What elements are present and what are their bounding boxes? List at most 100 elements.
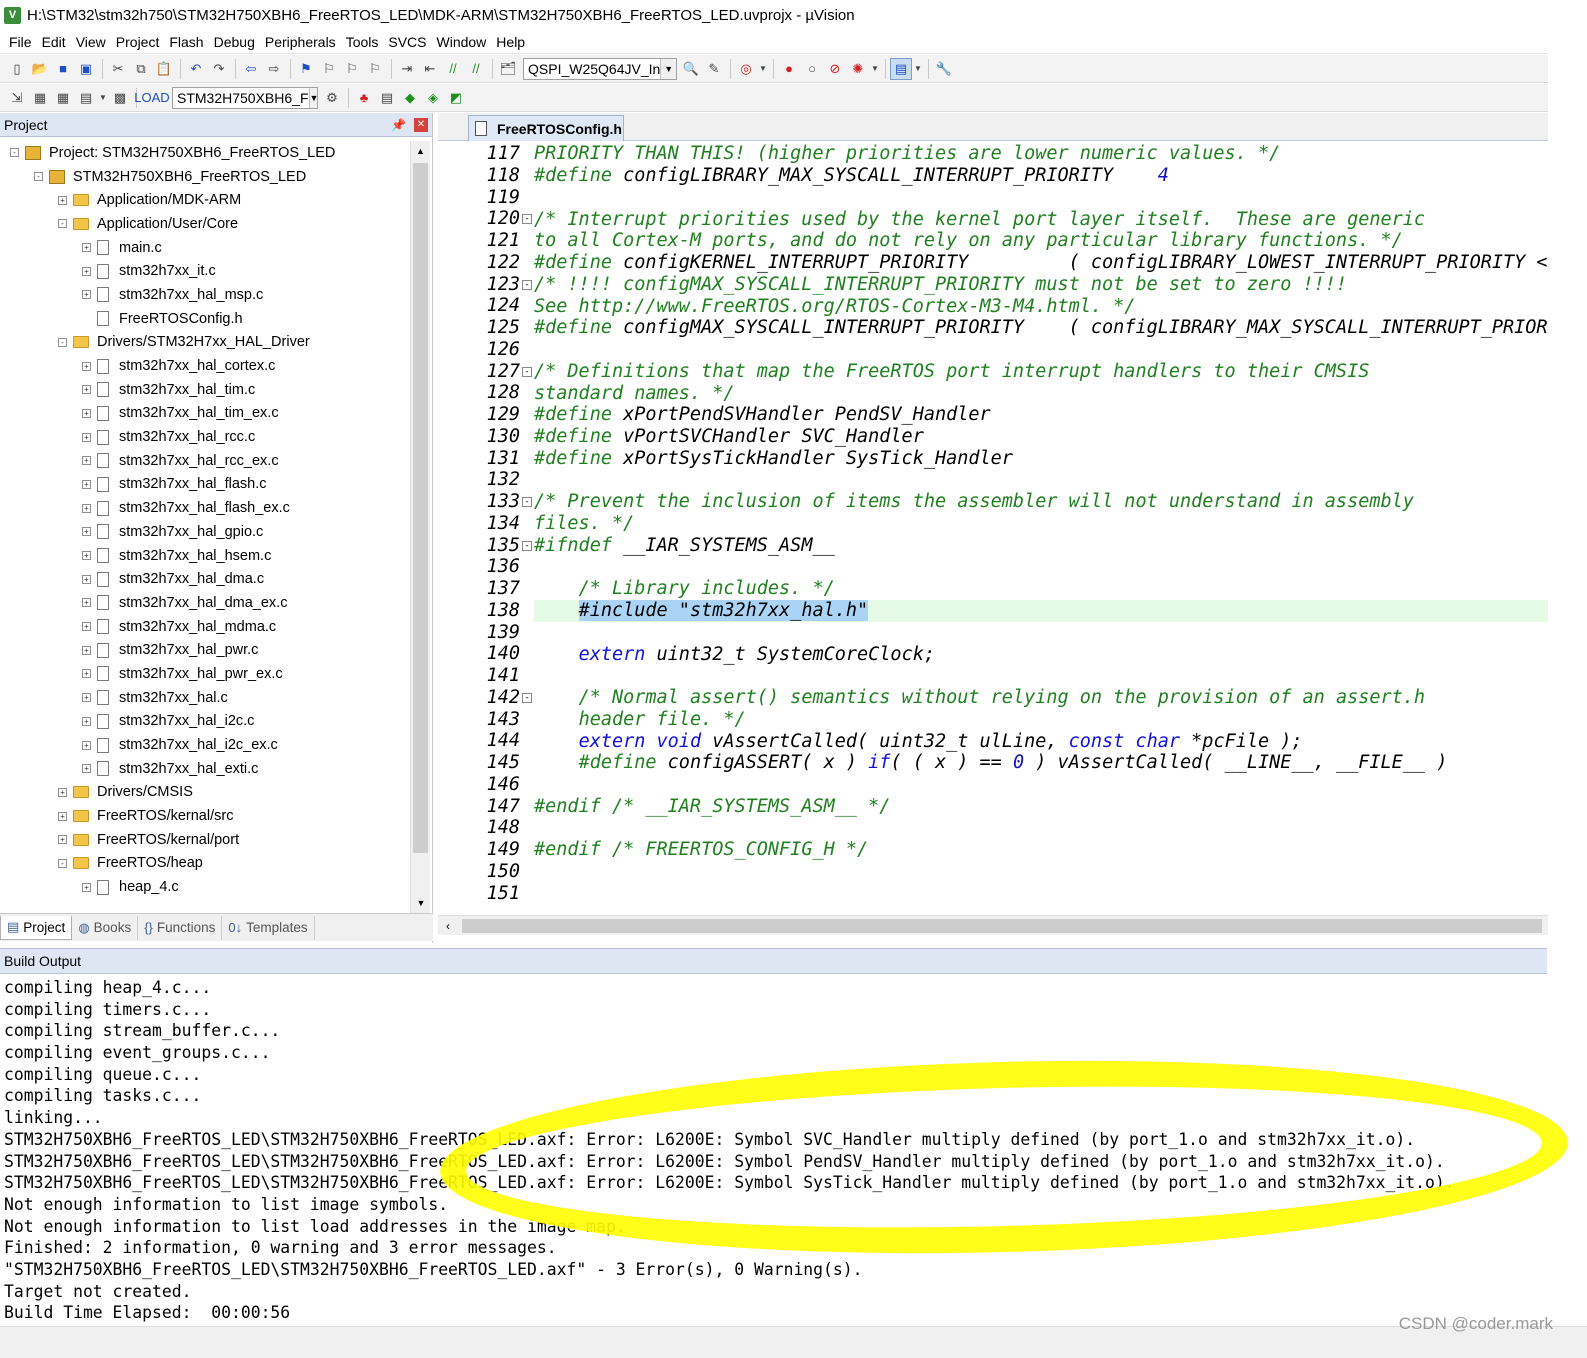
- collapse-icon[interactable]: -: [10, 148, 19, 158]
- build-icon[interactable]: ▦: [29, 87, 51, 109]
- find-combo[interactable]: QSPI_W25Q64JV_In ▼: [523, 57, 677, 80]
- tab-templates[interactable]: 0↓ Templates: [222, 915, 315, 940]
- copy-icon[interactable]: ⧉: [130, 58, 152, 80]
- code-line[interactable]: [534, 187, 1548, 209]
- expand-icon[interactable]: +: [82, 574, 91, 584]
- code-line[interactable]: [534, 883, 1548, 905]
- code-line[interactable]: [534, 817, 1548, 839]
- save-all-icon[interactable]: ▣: [75, 58, 97, 80]
- tree-file[interactable]: + stm32h7xx_it.c: [0, 259, 410, 283]
- configure-wrench-icon[interactable]: 🔧: [933, 58, 955, 80]
- chevron-down-icon[interactable]: ▼: [660, 58, 676, 79]
- tree-folder[interactable]: + Drivers/CMSIS: [0, 781, 410, 805]
- chevron-down-icon[interactable]: ▼: [308, 87, 317, 108]
- code-line[interactable]: /* Library includes. */: [534, 578, 1548, 600]
- debug-session-icon[interactable]: ◎: [735, 58, 757, 80]
- expand-icon[interactable]: +: [82, 598, 91, 608]
- menu-view[interactable]: View: [71, 34, 111, 50]
- code-line[interactable]: #endif /* __IAR_SYSTEMS_ASM__ */: [534, 796, 1548, 818]
- code-line[interactable]: [534, 469, 1548, 491]
- tree-file[interactable]: + stm32h7xx_hal_hsem.c: [0, 544, 410, 568]
- expand-icon[interactable]: +: [82, 361, 91, 371]
- code-line[interactable]: #endif /* FREERTOS_CONFIG_H */: [534, 839, 1548, 861]
- expand-icon[interactable]: +: [58, 195, 67, 205]
- fold-toggle-icon[interactable]: -: [522, 540, 532, 551]
- tree-file[interactable]: + stm32h7xx_hal_exti.c: [0, 757, 410, 781]
- expand-icon[interactable]: +: [82, 716, 91, 726]
- batch-build-icon[interactable]: ▤: [75, 87, 97, 109]
- scrollbar-thumb[interactable]: [413, 163, 428, 853]
- tree-file[interactable]: + heap_4.c: [0, 875, 410, 899]
- code-line[interactable]: #define configLIBRARY_MAX_SYSCALL_INTERR…: [534, 165, 1548, 187]
- menu-help[interactable]: Help: [491, 34, 530, 50]
- code-line[interactable]: [534, 622, 1548, 644]
- code-line[interactable]: #define configMAX_SYSCALL_INTERRUPT_PRIO…: [534, 317, 1548, 339]
- expand-icon[interactable]: +: [82, 527, 91, 537]
- pack-installer-icon[interactable]: ◈: [422, 87, 444, 109]
- expand-icon[interactable]: +: [82, 740, 91, 750]
- editor-horizontal-scrollbar[interactable]: ‹: [438, 915, 1548, 935]
- tree-file[interactable]: + stm32h7xx_hal_gpio.c: [0, 520, 410, 544]
- code-line[interactable]: /* Prevent the inclusion of items the as…: [534, 491, 1548, 513]
- tree-target[interactable]: - STM32H750XBH6_FreeRTOS_LED: [0, 165, 410, 189]
- build-output-panel[interactable]: compiling heap_4.c... compiling timers.c.…: [0, 976, 1547, 1326]
- select-packs-icon[interactable]: ◆: [399, 87, 421, 109]
- expand-icon[interactable]: +: [82, 645, 91, 655]
- stop-build-icon[interactable]: ▩: [109, 87, 131, 109]
- fold-toggle-icon[interactable]: -: [522, 692, 532, 703]
- tree-folder[interactable]: - FreeRTOS/heap: [0, 852, 410, 876]
- scrollbar-thumb[interactable]: [462, 918, 1542, 933]
- chevron-down-icon[interactable]: ▼: [758, 58, 768, 80]
- tree-file[interactable]: + stm32h7xx_hal_dma.c: [0, 567, 410, 591]
- menu-edit[interactable]: Edit: [37, 34, 71, 50]
- collapse-icon[interactable]: -: [58, 219, 67, 229]
- menu-debug[interactable]: Debug: [209, 34, 260, 50]
- paste-icon[interactable]: 📋: [153, 58, 175, 80]
- chevron-down-icon[interactable]: ▼: [98, 87, 108, 109]
- expand-icon[interactable]: +: [82, 266, 91, 276]
- tree-file[interactable]: + stm32h7xx_hal_cortex.c: [0, 354, 410, 378]
- expand-icon[interactable]: +: [82, 551, 91, 561]
- open-folder-icon[interactable]: 📂: [29, 58, 51, 80]
- window-layout-icon[interactable]: ▤: [890, 57, 912, 80]
- cut-icon[interactable]: ✂: [107, 58, 129, 80]
- tree-file[interactable]: + stm32h7xx_hal_i2c_ex.c: [0, 733, 410, 757]
- fold-toggle-icon[interactable]: -: [522, 214, 532, 225]
- tab-functions[interactable]: {} Functions: [138, 915, 223, 940]
- bookmark-prev-icon[interactable]: ⚐: [318, 58, 340, 80]
- tree-file[interactable]: FreeRTOSConfig.h: [0, 307, 410, 331]
- code-line[interactable]: [534, 665, 1548, 687]
- menu-tools[interactable]: Tools: [341, 34, 384, 50]
- expand-icon[interactable]: +: [82, 622, 91, 632]
- redo-icon[interactable]: ↷: [208, 58, 230, 80]
- target-options-icon[interactable]: ⚙: [321, 87, 343, 109]
- breakpoint-clear-icon[interactable]: ⊘: [824, 58, 846, 80]
- navigate-forward-icon[interactable]: ⇨: [263, 58, 285, 80]
- tree-file[interactable]: + stm32h7xx_hal_mdma.c: [0, 615, 410, 639]
- expand-icon[interactable]: +: [82, 432, 91, 442]
- incremental-find-icon[interactable]: ✎: [703, 58, 725, 80]
- fold-toggle-icon[interactable]: -: [522, 497, 532, 507]
- expand-icon[interactable]: +: [82, 385, 91, 395]
- code-area[interactable]: PRIORITY THAN THIS! (higher priorities a…: [534, 143, 1548, 915]
- expand-icon[interactable]: +: [82, 764, 91, 774]
- tree-folder[interactable]: + FreeRTOS/kernal/port: [0, 828, 410, 852]
- comment-icon[interactable]: //: [442, 58, 464, 80]
- code-line[interactable]: #define vPortSVCHandler SVC_Handler: [534, 426, 1548, 448]
- save-icon[interactable]: ■: [52, 58, 74, 80]
- indent-icon[interactable]: ⇥: [396, 58, 418, 80]
- tree-file[interactable]: + stm32h7xx_hal_tim.c: [0, 378, 410, 402]
- scroll-down-icon[interactable]: ▼: [411, 893, 431, 913]
- tree-file[interactable]: + stm32h7xx_hal_dma_ex.c: [0, 591, 410, 615]
- tree-file[interactable]: + stm32h7xx_hal_pwr_ex.c: [0, 662, 410, 686]
- tree-file[interactable]: + stm32h7xx_hal_pwr.c: [0, 638, 410, 662]
- tree-file[interactable]: + stm32h7xx_hal_flash_ex.c: [0, 496, 410, 520]
- fold-toggle-icon[interactable]: -: [522, 279, 532, 290]
- menu-peripherals[interactable]: Peripherals: [260, 34, 341, 50]
- code-line[interactable]: [534, 774, 1548, 796]
- code-line[interactable]: #ifndef __IAR_SYSTEMS_ASM__: [534, 535, 1548, 557]
- tree-file[interactable]: + stm32h7xx_hal_rcc_ex.c: [0, 449, 410, 473]
- collapse-icon[interactable]: -: [58, 337, 67, 347]
- find-icon[interactable]: 🔍: [680, 58, 702, 80]
- run-time-environment-icon[interactable]: ◩: [445, 87, 467, 109]
